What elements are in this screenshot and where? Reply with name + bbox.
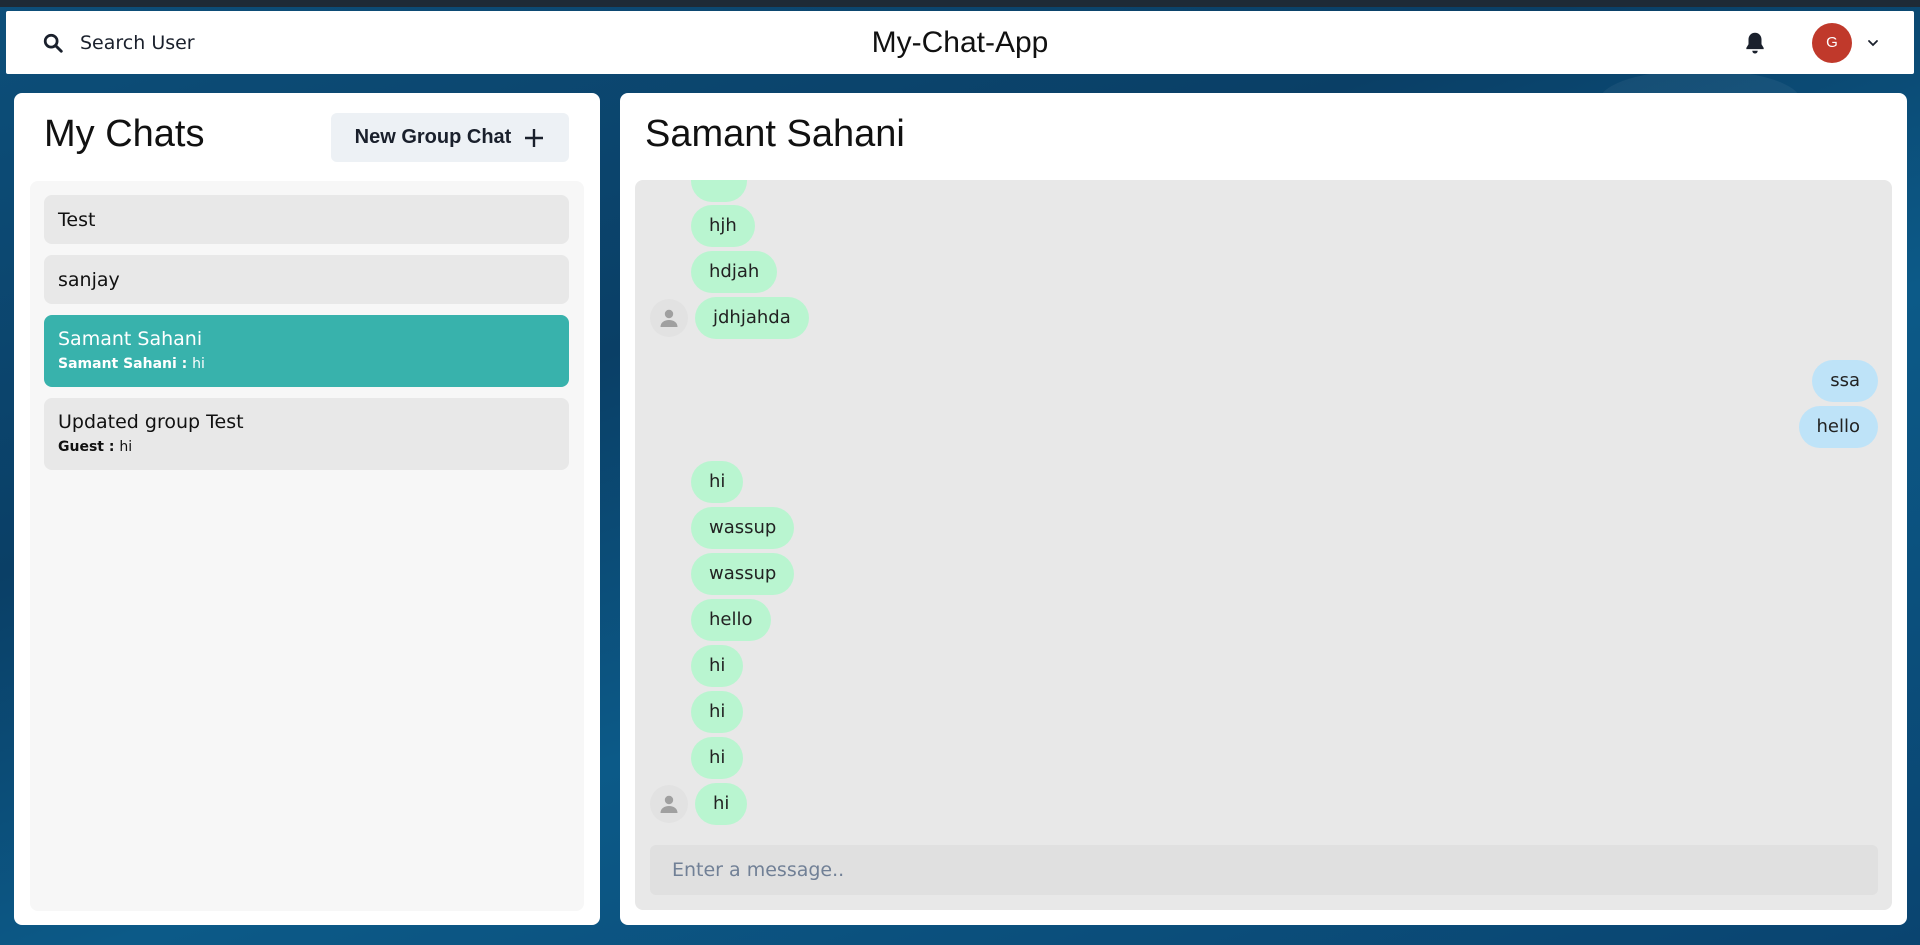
chat-item-samant-sahani[interactable]: Samant Sahani Samant Sahani : hi: [44, 315, 569, 387]
incoming-message: wassup: [691, 553, 795, 595]
chat-item-sanjay[interactable]: sanjay: [44, 255, 569, 304]
search-user-label: Search User: [80, 31, 195, 54]
user-icon: [660, 795, 678, 813]
outgoing-message: hello: [1798, 406, 1878, 448]
my-chats-panel: My Chats New Group Chat Test sanjay Sama…: [14, 93, 600, 925]
chat-preview-text: hi: [192, 356, 205, 372]
chat-item-name: Updated group Test: [58, 411, 244, 433]
conversation-panel: Samant Sahani hjh hdjah jdhjahda ssa hello hi…: [620, 93, 1907, 925]
outgoing-message: ssa: [1812, 360, 1878, 402]
incoming-message: jdhjahda: [695, 297, 809, 339]
plus-icon: [525, 128, 544, 147]
chat-item-name: Samant Sahani: [58, 328, 203, 350]
header-actions: G: [1742, 22, 1880, 63]
search-icon: [43, 33, 63, 53]
message-input[interactable]: [650, 845, 1878, 895]
user-icon: [660, 309, 678, 327]
app-title: My-Chat-App: [871, 26, 1049, 59]
new-group-chat-button[interactable]: New Group Chat: [331, 113, 569, 162]
incoming-message: [691, 180, 747, 202]
my-chats-title: My Chats: [44, 113, 205, 155]
search-user-button[interactable]: Search User: [28, 23, 209, 63]
chat-preview-sender: Guest :: [58, 439, 120, 455]
avatar: G: [1812, 22, 1852, 63]
sender-avatar[interactable]: [650, 785, 688, 823]
chat-item-name: sanjay: [58, 269, 120, 291]
incoming-message: hdjah: [691, 251, 778, 293]
chevron-down-icon: [1868, 39, 1878, 46]
incoming-message: hjh: [691, 205, 755, 247]
incoming-message: hi: [691, 737, 744, 779]
window-top-strip: [0, 0, 1920, 7]
chat-item-preview: Guest : hi: [58, 439, 555, 455]
incoming-message: hi: [691, 645, 744, 687]
incoming-message: hi: [691, 461, 744, 503]
messages-area[interactable]: hjh hdjah jdhjahda ssa hello hi wassup wassup he…: [635, 180, 1892, 910]
bell-icon[interactable]: [1742, 30, 1768, 56]
incoming-message: hello: [691, 599, 771, 641]
conversation-title: Samant Sahani: [645, 113, 905, 155]
sender-avatar[interactable]: [650, 299, 688, 337]
chat-preview-text: hi: [119, 439, 133, 455]
new-group-chat-label: New Group Chat: [354, 126, 512, 148]
chat-item-updated-group-test[interactable]: Updated group Test Guest : hi: [44, 398, 569, 470]
incoming-message: wassup: [691, 507, 795, 549]
incoming-message: hi: [691, 691, 744, 733]
chat-item-name: Test: [58, 209, 96, 231]
profile-menu-button[interactable]: G: [1812, 22, 1880, 63]
chat-item-test[interactable]: Test: [44, 195, 569, 244]
chat-list: Test sanjay Samant Sahani Samant Sahani …: [30, 181, 584, 911]
chat-preview-sender: Samant Sahani :: [58, 356, 193, 372]
chat-item-preview: Samant Sahani : hi: [58, 356, 555, 372]
incoming-message: hi: [695, 783, 748, 825]
top-navbar: Search User My-Chat-App G: [6, 11, 1914, 74]
